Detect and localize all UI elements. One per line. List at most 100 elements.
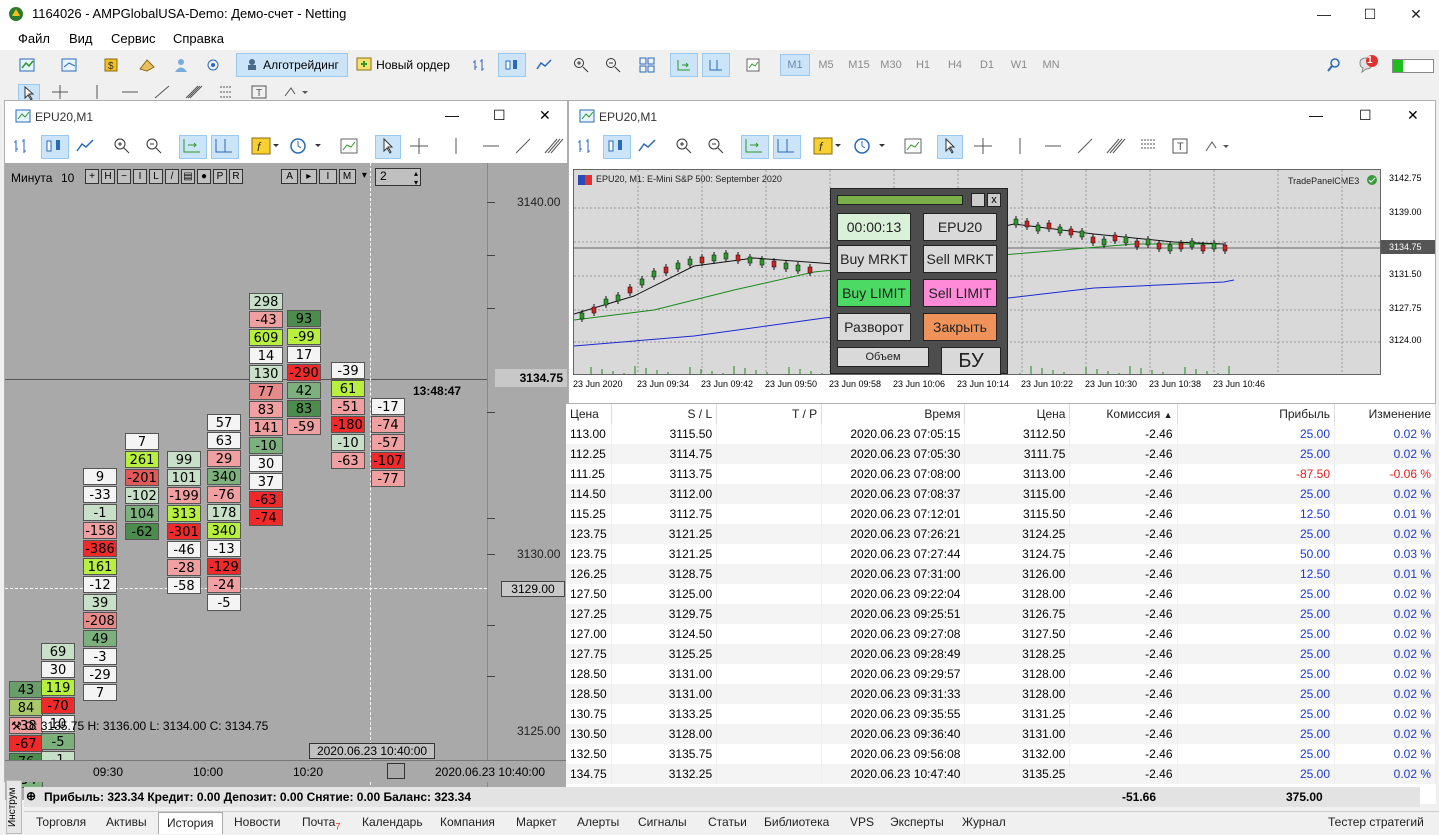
bar-chart-icon[interactable]: [575, 137, 595, 158]
shapes-menu-icon[interactable]: [1203, 137, 1233, 158]
footprint-chart[interactable]: Минута 10 + H − I L / ▤ ● P R A ▸ I M ▾ …: [5, 163, 569, 800]
col-price-close[interactable]: Цена: [964, 404, 1071, 424]
tab-market[interactable]: Маркет: [516, 815, 557, 829]
text-tool-icon[interactable]: T: [1171, 137, 1191, 158]
trendline-icon[interactable]: [513, 137, 533, 158]
maximize-button[interactable]: ☐: [1347, 0, 1393, 28]
new-chart-icon[interactable]: [14, 53, 42, 77]
timeframe-h1[interactable]: H1: [908, 54, 938, 76]
col-commission[interactable]: Комиссия ▲: [1069, 404, 1178, 424]
table-row[interactable]: 113.00 3115.50 2020.06.23 07:05:15 3112.50-…: [566, 424, 1436, 444]
left-chart-maximize[interactable]: ☐: [493, 107, 506, 124]
fibonacci-icon[interactable]: [1105, 137, 1127, 158]
tab-library[interactable]: Библиотека: [764, 815, 829, 829]
col-price-open[interactable]: Цена: [566, 404, 613, 424]
data-window-icon[interactable]: [134, 53, 160, 77]
vertical-line-icon[interactable]: [451, 137, 461, 158]
menu-help[interactable]: Справка: [173, 31, 224, 46]
left-chart-close[interactable]: ✕: [539, 107, 551, 124]
right-chart-close[interactable]: ✕: [1407, 107, 1419, 124]
bar-chart-icon[interactable]: [11, 137, 31, 158]
timeframe-h4[interactable]: H4: [940, 54, 970, 76]
panel-close-button[interactable]: x: [987, 193, 1001, 207]
timeframe-m1[interactable]: M1: [780, 54, 810, 76]
right-chart-maximize[interactable]: ☐: [1359, 107, 1372, 124]
breakeven-button[interactable]: БУ: [941, 347, 1001, 375]
table-row[interactable]: 132.50 3135.75 2020.06.23 09:56:08 3132.00-…: [566, 744, 1436, 764]
cursor-icon[interactable]: [937, 135, 963, 159]
table-row[interactable]: 114.50 3112.00 2020.06.23 07:08:37 3115.00-…: [566, 484, 1436, 504]
strategy-tester-tab[interactable]: Тестер стратегий: [1328, 815, 1424, 829]
signal-icon[interactable]: [200, 53, 226, 77]
sell-limit-button[interactable]: Sell LIMIT: [923, 279, 997, 307]
fibonacci-icon[interactable]: [543, 137, 565, 158]
notifications-icon[interactable]: 1: [1354, 53, 1382, 77]
menu-service[interactable]: Сервис: [111, 31, 156, 46]
timeframe-mn[interactable]: MN: [1036, 54, 1066, 76]
auto-scroll-icon[interactable]: [670, 53, 698, 77]
left-chart-minimize[interactable]: —: [445, 107, 459, 123]
navigator-icon[interactable]: [168, 53, 194, 77]
col-time[interactable]: Время: [821, 404, 966, 424]
templates-icon[interactable]: [339, 137, 359, 158]
tab-signals[interactable]: Сигналы: [638, 815, 687, 829]
timeframe-d1[interactable]: D1: [972, 54, 1002, 76]
candlestick-icon[interactable]: [603, 135, 631, 159]
buy-limit-button[interactable]: Buy LIMIT: [837, 279, 911, 307]
zoom-in-icon[interactable]: [568, 53, 594, 77]
table-row[interactable]: 111.25 3113.75 2020.06.23 07:08:00 3113.00-…: [566, 464, 1436, 484]
chart-shift-icon[interactable]: [773, 135, 801, 159]
tab-assets[interactable]: Активы: [106, 815, 147, 829]
crosshair-icon[interactable]: [973, 137, 993, 158]
table-row[interactable]: 127.00 3124.50 2020.06.23 09:27:08 3127.50-…: [566, 624, 1436, 644]
panel-minimize-button[interactable]: [971, 193, 985, 207]
market-watch-icon[interactable]: $: [98, 53, 124, 77]
menu-view[interactable]: Вид: [69, 31, 93, 46]
line-chart-icon[interactable]: [530, 53, 558, 77]
templates-icon[interactable]: [903, 137, 923, 158]
timeframe-m30[interactable]: M30: [876, 54, 906, 76]
line-chart-icon[interactable]: [637, 137, 657, 158]
auto-scroll-icon[interactable]: [179, 135, 207, 159]
horizontal-line-icon[interactable]: [481, 137, 501, 158]
tab-articles[interactable]: Статьи: [708, 815, 747, 829]
minimize-button[interactable]: —: [1301, 0, 1347, 28]
line-chart-icon[interactable]: [75, 137, 95, 158]
expand-icon[interactable]: ⊕: [26, 789, 36, 803]
auto-scroll-icon[interactable]: [741, 135, 769, 159]
sell-market-button[interactable]: Sell MRKT: [923, 245, 997, 273]
cursor-icon[interactable]: [375, 135, 401, 159]
indicators-icon[interactable]: f: [813, 137, 843, 158]
vertical-line-icon[interactable]: [1015, 137, 1025, 158]
crosshair-icon[interactable]: [409, 137, 429, 158]
reverse-button[interactable]: Разворот: [837, 313, 911, 341]
chart-shift-icon[interactable]: [702, 53, 730, 77]
tab-trade[interactable]: Торговля: [36, 815, 86, 829]
fibo-fan-icon[interactable]: [1139, 137, 1161, 158]
horizontal-line-icon[interactable]: [1043, 137, 1063, 158]
menu-file[interactable]: Файл: [18, 31, 50, 46]
zoom-in-icon[interactable]: [675, 137, 693, 158]
instruments-side-tab[interactable]: Инструм: [6, 780, 22, 834]
table-row[interactable]: 134.75 3132.25 2020.06.23 10:47:40 3135.25-…: [566, 764, 1436, 784]
col-change[interactable]: Изменение: [1334, 404, 1436, 424]
zoom-out-icon[interactable]: [145, 137, 163, 158]
tab-history[interactable]: История: [158, 812, 223, 834]
right-chart-minimize[interactable]: —: [1309, 107, 1323, 123]
tab-mail[interactable]: Почта7: [302, 815, 340, 831]
templates-icon[interactable]: [740, 53, 766, 77]
table-row[interactable]: 127.75 3125.25 2020.06.23 09:28:49 3128.25-…: [566, 644, 1436, 664]
candlestick-icon[interactable]: [498, 53, 526, 77]
chart-shift-icon[interactable]: [211, 135, 239, 159]
tab-calendar[interactable]: Календарь: [362, 815, 423, 829]
buy-market-button[interactable]: Buy MRKT: [837, 245, 911, 273]
timeframe-w1[interactable]: W1: [1004, 54, 1034, 76]
col-profit[interactable]: Прибыль: [1177, 404, 1335, 424]
time-scroll-handle[interactable]: [387, 763, 405, 779]
periods-icon[interactable]: [853, 137, 889, 158]
table-row[interactable]: 126.25 3128.75 2020.06.23 07:31:00 3126.00-…: [566, 564, 1436, 584]
table-row[interactable]: 127.50 3125.00 2020.06.23 09:22:04 3128.00-…: [566, 584, 1436, 604]
zoom-in-icon[interactable]: [113, 137, 131, 158]
tile-windows-icon[interactable]: [634, 53, 660, 77]
periods-icon[interactable]: [289, 137, 325, 158]
